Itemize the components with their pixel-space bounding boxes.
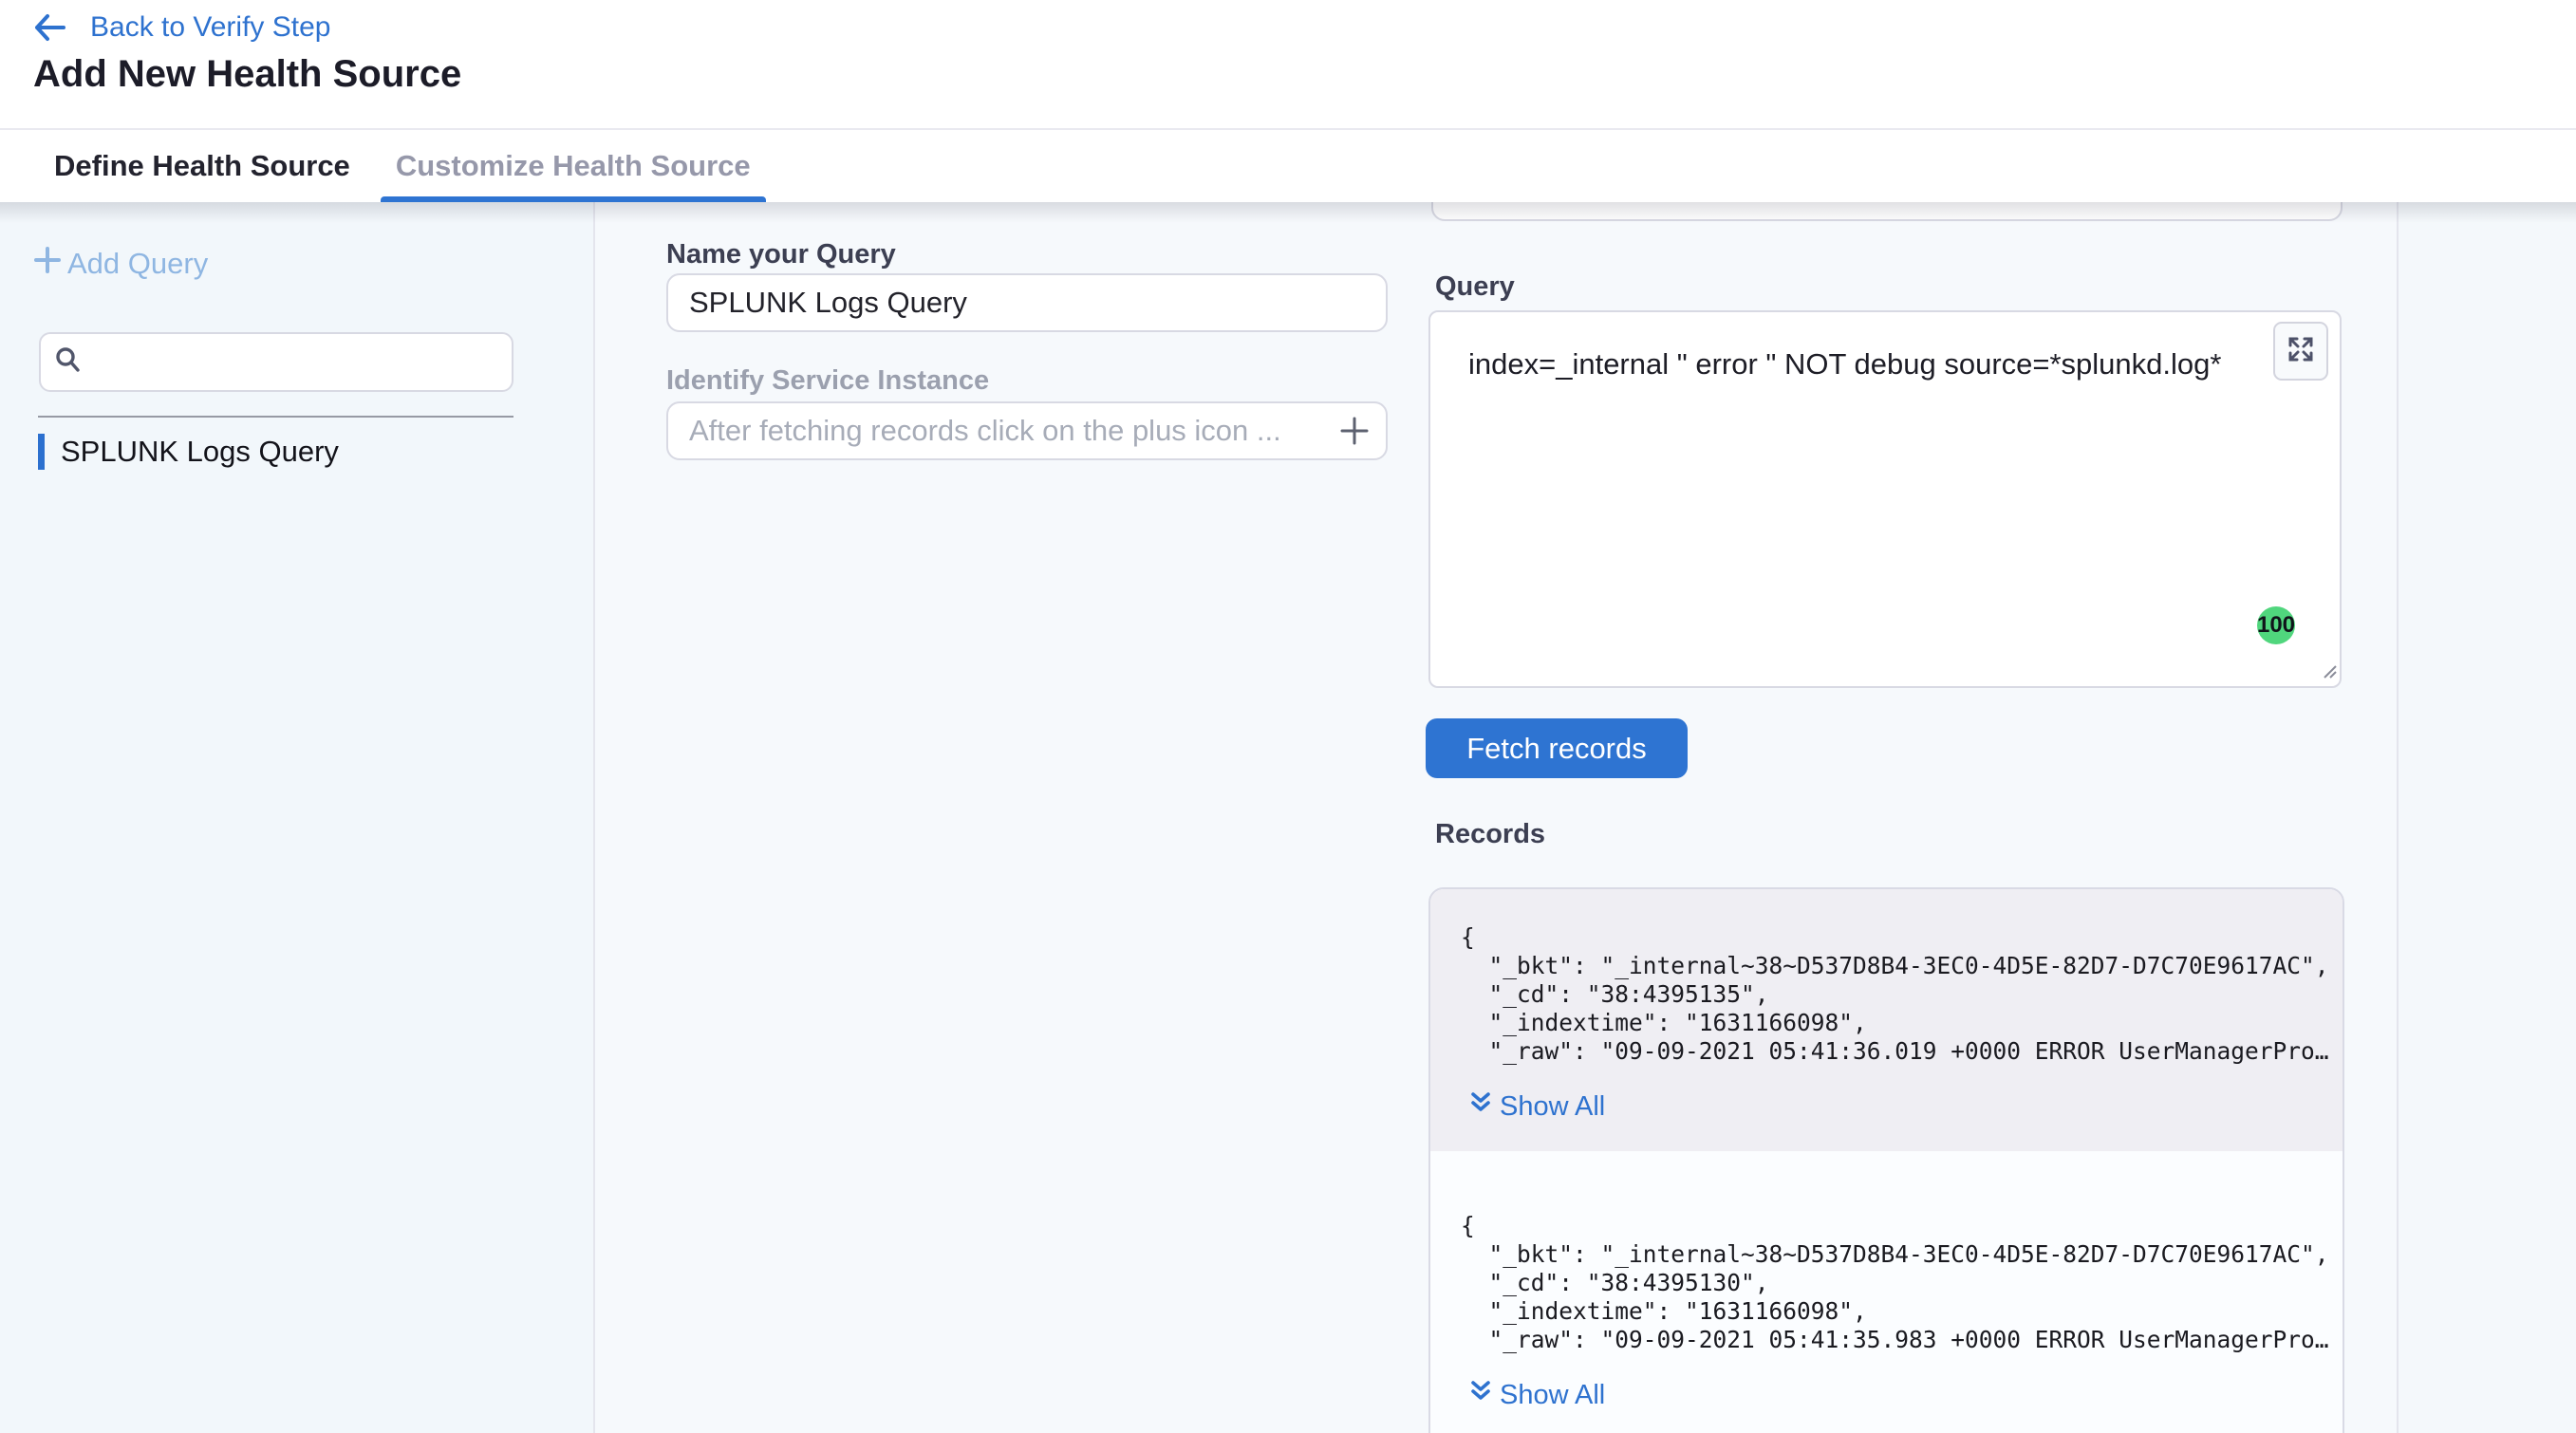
expand-query-button[interactable] <box>2273 322 2328 381</box>
plus-icon <box>33 246 62 282</box>
back-link-label: Back to Verify Step <box>90 11 330 44</box>
sidebar-item-label: SPLUNK Logs Query <box>61 435 339 469</box>
add-health-source-screen: Back to Verify Step Add New Health Sourc… <box>0 0 2576 1433</box>
double-chevron-down-icon <box>1470 1090 1491 1123</box>
show-all-link[interactable]: Show All <box>1470 1379 1605 1411</box>
service-instance-input[interactable] <box>668 414 1386 448</box>
service-instance-label: Identify Service Instance <box>666 365 989 397</box>
tab-customize-health-source[interactable]: Customize Health Source <box>381 130 766 202</box>
query-editor: index=_internal " error " NOT debug sour… <box>1428 310 2342 688</box>
search-icon <box>54 346 81 378</box>
content-area: Add Query SPLUNK Logs Query Name your Qu… <box>0 202 2576 1433</box>
records-label: Records <box>1435 819 1545 850</box>
record-card: { "_bkt": "_internal~38~D537D8B4-3EC0-4D… <box>1430 1151 2343 1433</box>
page-header: Back to Verify Step Add New Health Sourc… <box>0 0 2576 130</box>
right-empty-area <box>2399 202 2576 1433</box>
record-count-badge: 100 <box>2257 606 2295 644</box>
sidebar-divider <box>38 416 513 418</box>
name-query-label: Name your Query <box>666 239 896 270</box>
sidebar-item-splunk-logs-query[interactable]: SPLUNK Logs Query <box>38 434 532 470</box>
double-chevron-down-icon <box>1470 1379 1491 1411</box>
tab-define-health-source[interactable]: Define Health Source <box>39 130 365 202</box>
add-query-label: Add Query <box>67 247 208 281</box>
record-json: { "_bkt": "_internal~38~D537D8B4-3EC0-4D… <box>1461 923 2314 1066</box>
add-query-button[interactable]: Add Query <box>33 246 208 282</box>
records-list: { "_bkt": "_internal~38~D537D8B4-3EC0-4D… <box>1428 887 2344 1433</box>
show-all-label: Show All <box>1500 1091 1605 1123</box>
search-input[interactable] <box>90 345 512 379</box>
add-service-instance-plus-icon[interactable] <box>1338 403 1371 458</box>
query-search-box <box>39 332 513 392</box>
name-query-input[interactable] <box>668 286 1386 320</box>
record-json: { "_bkt": "_internal~38~D537D8B4-3EC0-4D… <box>1461 1212 2314 1354</box>
clipped-field-above[interactable] <box>1431 202 2343 221</box>
query-text[interactable]: index=_internal " error " NOT debug sour… <box>1468 345 2235 383</box>
service-instance-field <box>666 401 1388 460</box>
query-sidebar: Add Query SPLUNK Logs Query <box>0 202 595 1433</box>
back-arrow-icon <box>33 13 65 42</box>
tab-bar: Define Health Source Customize Health So… <box>0 130 2576 202</box>
expand-icon <box>2288 337 2313 366</box>
show-all-link[interactable]: Show All <box>1470 1090 1605 1123</box>
resize-handle[interactable] <box>2317 659 2338 684</box>
page-title: Add New Health Source <box>33 53 461 96</box>
fetch-records-button[interactable]: Fetch records <box>1426 718 1688 778</box>
selected-indicator-bar <box>38 434 45 470</box>
query-label: Query <box>1435 271 1515 303</box>
name-query-field <box>666 273 1388 332</box>
record-card: { "_bkt": "_internal~38~D537D8B4-3EC0-4D… <box>1430 889 2343 1151</box>
show-all-label: Show All <box>1500 1380 1605 1411</box>
back-link[interactable]: Back to Verify Step <box>33 11 330 44</box>
